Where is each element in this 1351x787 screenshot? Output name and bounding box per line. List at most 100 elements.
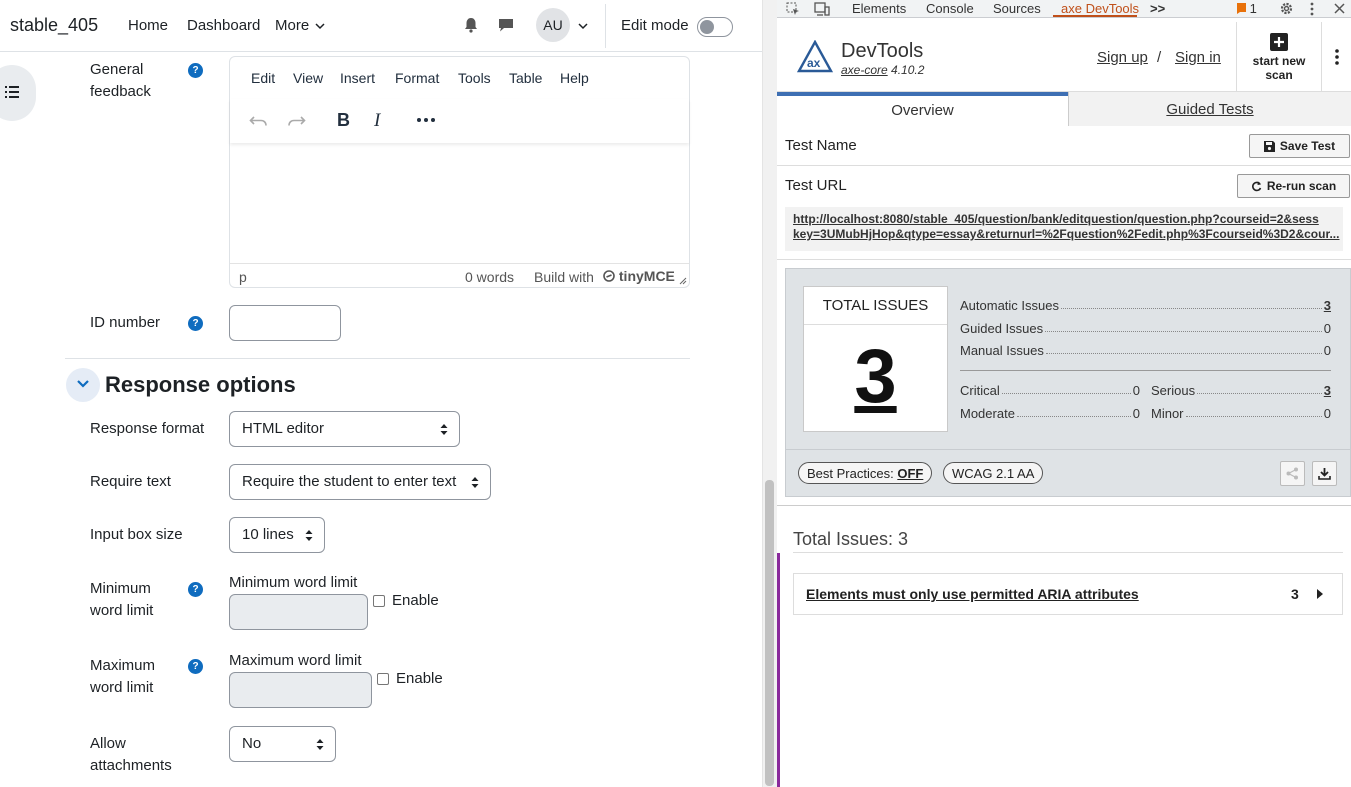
menu-format[interactable]: Format (395, 70, 439, 86)
input-box-size-label: Input box size (90, 526, 183, 543)
issue-title[interactable]: Elements must only use permitted ARIA at… (806, 586, 1139, 602)
issues-badge[interactable]: 1 (1237, 1, 1257, 16)
top-navbar: stable_405 Home Dashboard More AU Edit m… (0, 0, 762, 52)
undo-icon[interactable] (248, 109, 270, 131)
tab-guided-tests[interactable]: Guided Tests (1068, 92, 1351, 126)
close-icon[interactable] (1333, 2, 1346, 15)
page-scrollbar[interactable] (762, 0, 777, 787)
chevron-down-icon (315, 23, 325, 30)
bell-icon[interactable] (462, 16, 480, 34)
resize-handle-icon[interactable] (677, 275, 687, 285)
gear-icon[interactable] (1279, 1, 1294, 16)
menu-insert[interactable]: Insert (340, 70, 375, 86)
tab-elements[interactable]: Elements (852, 1, 906, 16)
label-line: attachments (90, 757, 172, 774)
menu-tools[interactable]: Tools (458, 70, 491, 86)
response-options-collapse-button[interactable] (66, 368, 100, 402)
word-count[interactable]: 0 words (465, 269, 514, 285)
test-url-link[interactable]: http://localhost:8080/stable_405/questio… (785, 207, 1343, 251)
site-name[interactable]: stable_405 (10, 15, 98, 36)
minimum-word-limit-input[interactable] (229, 594, 368, 630)
tab-overview[interactable]: Overview (777, 92, 1068, 126)
select-arrows-icon (440, 424, 448, 435)
enable-label[interactable]: Enable (392, 592, 439, 609)
row-divider (777, 259, 1351, 260)
menu-table[interactable]: Table (509, 70, 542, 86)
guided-issues-count: 0 (1323, 321, 1331, 336)
id-number-label: ID number (90, 314, 161, 331)
start-new-scan-button[interactable]: start new scan (1236, 22, 1322, 92)
maximum-word-limit-enable-checkbox[interactable] (377, 673, 389, 685)
sign-in-link[interactable]: Sign in (1175, 49, 1221, 66)
course-index-drawer-button[interactable] (0, 65, 36, 121)
chevron-down-icon[interactable] (578, 22, 588, 30)
rerun-scan-button[interactable]: Re-run scan (1237, 174, 1350, 198)
more-options-icon[interactable] (415, 109, 437, 131)
active-tab-indicator (1053, 15, 1137, 17)
rerun-scan-label: Re-run scan (1266, 179, 1337, 193)
menu-help[interactable]: Help (560, 70, 589, 86)
require-text-select[interactable]: Require the student to enter text (229, 464, 491, 500)
serious-count[interactable]: 3 (1324, 383, 1331, 398)
response-format-select[interactable]: HTML editor (229, 411, 460, 447)
axe-core-version: axe-core 4.10.2 (841, 63, 924, 77)
menu-view[interactable]: View (293, 70, 323, 86)
maximum-word-limit-input[interactable] (229, 672, 372, 708)
tinymce-icon (603, 270, 615, 282)
allow-attachments-select[interactable]: No (229, 726, 336, 762)
refresh-icon (1251, 181, 1262, 191)
user-avatar[interactable]: AU (536, 8, 570, 42)
bold-icon[interactable]: B (332, 109, 354, 131)
svg-text:I: I (373, 110, 382, 131)
inspect-element-icon[interactable] (786, 2, 800, 16)
wcag-level-selector[interactable]: WCAG 2.1 AA (943, 462, 1044, 484)
help-icon[interactable]: ? (188, 659, 203, 674)
help-icon[interactable]: ? (188, 582, 203, 597)
help-icon[interactable]: ? (188, 63, 203, 78)
italic-icon[interactable]: I (368, 109, 390, 131)
more-tabs-button[interactable]: >> (1150, 1, 1165, 16)
nav-dashboard[interactable]: Dashboard (187, 17, 260, 34)
manual-issues-stat: Manual Issues 0 (960, 343, 1331, 358)
scrollbar-thumb[interactable] (765, 480, 774, 786)
automatic-issues-count[interactable]: 3 (1324, 298, 1331, 313)
total-issues-count[interactable]: 3 (804, 337, 947, 417)
tab-sources[interactable]: Sources (993, 1, 1041, 16)
messages-icon[interactable] (497, 16, 515, 34)
nav-more[interactable]: More (275, 17, 325, 34)
device-toolbar-icon[interactable] (814, 2, 830, 16)
automatic-issues-stat: Automatic Issues 3 (960, 298, 1331, 313)
minimum-word-limit-enable-checkbox[interactable] (373, 595, 385, 607)
share-button[interactable] (1280, 461, 1305, 486)
element-path[interactable]: p (239, 269, 247, 285)
tinymce-logo[interactable]: tinyMCE (603, 268, 675, 284)
help-icon[interactable]: ? (188, 316, 203, 331)
id-number-input[interactable] (229, 305, 341, 341)
devtools-tabbar: Elements Console Sources axe DevTools >>… (777, 0, 1351, 18)
response-format-label: Response format (90, 420, 205, 437)
tab-console[interactable]: Console (926, 1, 974, 16)
label-line: word limit (90, 602, 154, 619)
axe-core-link[interactable]: axe-core (841, 63, 888, 77)
maximum-word-limit-label: Maximum word limit (90, 655, 155, 699)
enable-label[interactable]: Enable (396, 670, 443, 687)
editor-content-area[interactable] (230, 143, 689, 263)
issue-flag-icon (1237, 3, 1246, 14)
kebab-menu-icon[interactable] (1334, 49, 1340, 65)
select-value: 10 lines (242, 526, 294, 543)
export-button[interactable] (1312, 461, 1337, 486)
menu-edit[interactable]: Edit (251, 70, 275, 86)
tab-axe-devtools[interactable]: axe DevTools (1061, 1, 1139, 16)
url-line: key=3UMubHjHop&qtype=essay&returnurl=%2F… (793, 227, 1340, 241)
issue-row[interactable]: Elements must only use permitted ARIA at… (793, 573, 1343, 615)
best-practices-toggle[interactable]: Best Practices: OFF (798, 462, 933, 484)
kebab-menu-icon[interactable] (1309, 2, 1315, 16)
sign-up-link[interactable]: Sign up (1097, 49, 1148, 66)
save-test-button[interactable]: Save Test (1249, 134, 1350, 158)
edit-mode-toggle[interactable] (697, 17, 733, 37)
input-box-size-select[interactable]: 10 lines (229, 517, 325, 553)
redo-icon[interactable] (285, 109, 307, 131)
nav-home[interactable]: Home (128, 17, 168, 34)
add-scan-icon (1270, 33, 1288, 51)
url-line: http://localhost:8080/stable_405/questio… (793, 212, 1319, 226)
